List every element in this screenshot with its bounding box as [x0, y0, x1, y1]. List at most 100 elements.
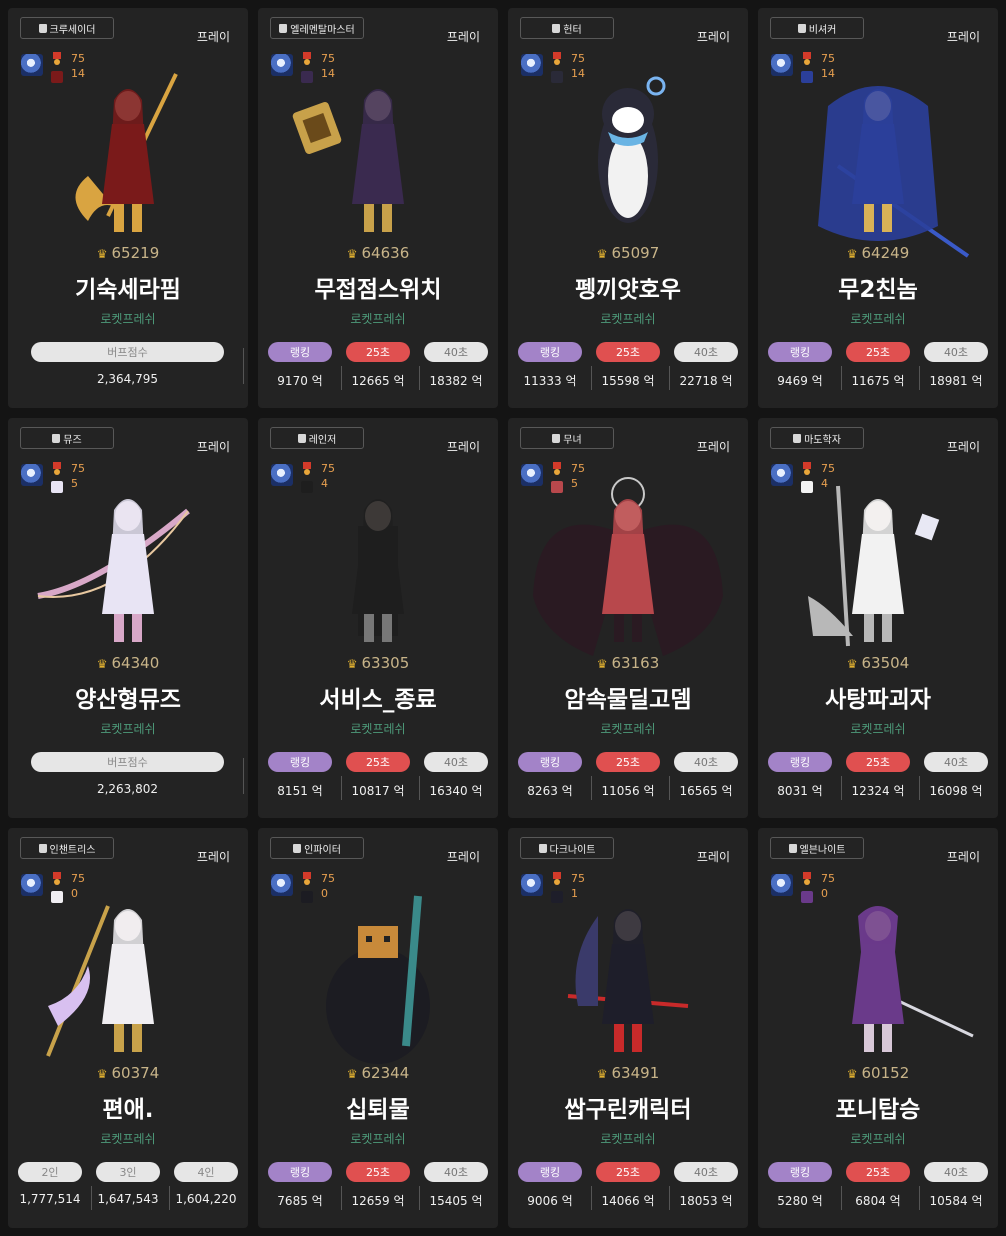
job-icon [788, 843, 797, 853]
guild-name[interactable]: 로켓프레쉬 [508, 310, 748, 327]
character-name[interactable]: 양산형뮤즈 [8, 680, 248, 714]
job-badge[interactable]: 다크나이트 [520, 837, 614, 859]
score-25s-label: 25초 [596, 752, 660, 772]
damage-value: 16340 억 [429, 784, 483, 798]
job-badge[interactable]: 엘븐나이트 [770, 837, 864, 859]
job-badge[interactable]: 인챈트리스 [20, 837, 114, 859]
character-card[interactable]: 헌터 프레이 75 14 ♛ 65097 펭끼얏호우 로켓프레쉬 랭킹 11333… [508, 8, 748, 408]
fame-score-value: 65219 [111, 244, 160, 262]
job-badge[interactable]: 헌터 [520, 17, 614, 39]
job-badge[interactable]: 레인저 [270, 427, 364, 449]
character-sprite [28, 66, 228, 238]
crown-icon: ♛ [346, 657, 358, 671]
damage-value: 7685 억 [277, 1194, 323, 1208]
character-card[interactable]: 엘레멘탈마스터 프레이 75 14 ♛ 64636 무접점스위치 로켓프레쉬 랭킹… [258, 8, 498, 408]
character-card[interactable]: 무녀 프레이 75 5 ♛ 63163 암속물딜고뎀 로켓프레쉬 랭킹 8263 … [508, 418, 748, 818]
character-card[interactable]: 마도학자 프레이 75 4 ♛ 63504 사탕파괴자 로켓프레쉬 랭킹 8031… [758, 418, 998, 818]
character-card[interactable]: 인챈트리스 프레이 75 0 ♛ 60374 편애. 로켓프레쉬 2인 1,777… [8, 828, 248, 1228]
character-name[interactable]: 무접점스위치 [258, 270, 498, 304]
character-name[interactable]: 암속물딜고뎀 [508, 680, 748, 714]
character-card[interactable]: 크루세이더 프레이 75 14 ♛ 65219 기숙세라핌 로켓프레쉬 버프점수 … [8, 8, 248, 408]
ranking-label: 랭킹 [268, 752, 332, 772]
crown-icon: ♛ [96, 247, 108, 261]
score-25s-label: 25초 [846, 342, 910, 362]
character-name[interactable]: 사탕파괴자 [758, 680, 998, 714]
level-value: 75 [321, 872, 335, 885]
character-name[interactable]: 서비스_종료 [258, 680, 498, 714]
party-size-label: 3인 [96, 1162, 160, 1182]
fame-score: ♛ 63163 [508, 654, 748, 672]
ranking-label: 랭킹 [518, 752, 582, 772]
score-40s-label: 40초 [924, 342, 988, 362]
score-40s-label: 40초 [424, 1162, 488, 1182]
job-badge[interactable]: 엘레멘탈마스터 [270, 17, 364, 39]
job-badge[interactable]: 인파이터 [270, 837, 364, 859]
damage-value: 16098 억 [929, 784, 983, 798]
level-value: 75 [321, 462, 335, 475]
level-value: 75 [821, 52, 835, 65]
job-name: 엘레멘탈마스터 [290, 24, 355, 36]
guild-name[interactable]: 로켓프레쉬 [258, 1130, 498, 1147]
play-label: 프레이 [446, 850, 480, 864]
job-badge[interactable]: 크루세이더 [20, 17, 114, 39]
medal-icon [302, 462, 312, 476]
character-card[interactable]: 레인저 프레이 75 4 ♛ 63305 서비스_종료 로켓프레쉬 랭킹 8151… [258, 418, 498, 818]
job-badge[interactable]: 비셔커 [770, 17, 864, 39]
fame-score: ♛ 65097 [508, 244, 748, 262]
guild-name[interactable]: 로켓프레쉬 [8, 310, 248, 327]
play-label: 프레이 [446, 30, 480, 44]
damage-value: 8031 억 [777, 784, 823, 798]
character-card[interactable]: 뮤즈 프레이 75 5 ♛ 64340 양산형뮤즈 로켓프레쉬 버프점수 2,26… [8, 418, 248, 818]
buff-score-label: 버프점수 [31, 752, 224, 772]
character-name[interactable]: 기숙세라핌 [8, 270, 248, 304]
character-card[interactable]: 비셔커 프레이 75 14 ♛ 64249 무2친놈 로켓프레쉬 랭킹 9469 … [758, 8, 998, 408]
guild-name[interactable]: 로켓프레쉬 [758, 720, 998, 737]
medal-icon [802, 872, 812, 886]
character-name[interactable]: 편애. [8, 1090, 248, 1124]
fame-score: ♛ 60152 [758, 1064, 998, 1082]
job-badge[interactable]: 뮤즈 [20, 427, 114, 449]
fame-score: ♛ 64249 [758, 244, 998, 262]
damage-value: 5280 억 [777, 1194, 823, 1208]
party-score-value: 1,604,220 [175, 1192, 237, 1206]
damage-value: 10584 억 [929, 1194, 983, 1208]
damage-value: 11056 억 [601, 784, 655, 798]
guild-name[interactable]: 로켓프레쉬 [8, 720, 248, 737]
job-badge[interactable]: 무녀 [520, 427, 614, 449]
score-40s-label: 40초 [674, 1162, 738, 1182]
score-25s-label: 25초 [346, 1162, 410, 1182]
divider [243, 348, 244, 384]
character-name[interactable]: 펭끼얏호우 [508, 270, 748, 304]
job-icon [297, 433, 306, 443]
character-card[interactable]: 다크나이트 프레이 75 1 ♛ 63491 쌉구린캐릭터 로켓프레쉬 랭킹 90… [508, 828, 748, 1228]
character-name[interactable]: 십퇴물 [258, 1090, 498, 1124]
character-card[interactable]: 인파이터 프레이 75 0 ♛ 62344 십퇴물 로켓프레쉬 랭킹 7685 억… [258, 828, 498, 1228]
character-name[interactable]: 무2친놈 [758, 270, 998, 304]
job-icon [38, 23, 47, 33]
guild-name[interactable]: 로켓프레쉬 [508, 720, 748, 737]
ranking-label: 랭킹 [768, 342, 832, 362]
damage-value: 9006 억 [527, 1194, 573, 1208]
guild-name[interactable]: 로켓프레쉬 [758, 1130, 998, 1147]
damage-value: 6804 억 [855, 1194, 901, 1208]
guild-name[interactable]: 로켓프레쉬 [258, 720, 498, 737]
guild-name[interactable]: 로켓프레쉬 [758, 310, 998, 327]
character-name[interactable]: 포니탑승 [758, 1090, 998, 1124]
medal-icon [302, 52, 312, 66]
guild-name[interactable]: 로켓프레쉬 [258, 310, 498, 327]
job-icon [279, 23, 288, 33]
character-card[interactable]: 엘븐나이트 프레이 75 0 ♛ 60152 포니탑승 로켓프레쉬 랭킹 5280… [758, 828, 998, 1228]
damage-value: 12665 억 [351, 374, 405, 388]
damage-value: 12659 억 [351, 1194, 405, 1208]
medal-icon [552, 872, 562, 886]
job-name: 뮤즈 [63, 434, 82, 446]
fame-score-value: 60152 [861, 1064, 910, 1082]
job-badge[interactable]: 마도학자 [770, 427, 864, 449]
crown-icon: ♛ [846, 657, 858, 671]
crown-icon: ♛ [596, 1067, 608, 1081]
play-label: 프레이 [696, 440, 730, 454]
score-25s-label: 25초 [346, 342, 410, 362]
guild-name[interactable]: 로켓프레쉬 [508, 1130, 748, 1147]
character-name[interactable]: 쌉구린캐릭터 [508, 1090, 748, 1124]
guild-name[interactable]: 로켓프레쉬 [8, 1130, 248, 1147]
